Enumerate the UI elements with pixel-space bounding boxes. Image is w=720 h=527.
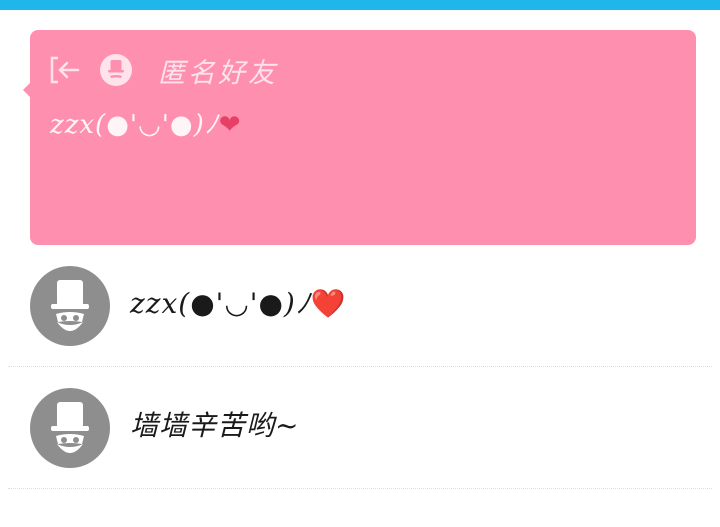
message-text: 墙墙辛苦哟~ <box>130 409 300 442</box>
heart-emoji: ❤ <box>218 110 242 140</box>
anonymous-mask-icon <box>51 280 89 331</box>
anonymous-mask-icon <box>100 54 132 86</box>
message-face: ●'◡'● <box>190 287 284 320</box>
divider <box>8 488 712 489</box>
anonymous-mask-icon <box>51 402 89 453</box>
card-message: zzx(●'◡'●)ﾉ❤ <box>50 104 242 141</box>
top-status-bar <box>0 0 720 10</box>
divider <box>8 366 712 367</box>
message-row[interactable]: zzx(●'◡'●)ﾉ❤️ <box>0 250 720 370</box>
message-face: ●'◡'● <box>106 110 194 140</box>
heart-emoji: ❤️ <box>310 287 347 320</box>
card-pointer <box>23 82 31 98</box>
message-suffix: )ﾉ <box>283 287 311 320</box>
avatar[interactable] <box>30 266 110 346</box>
message-prefix: zzx( <box>50 110 107 140</box>
message-row[interactable]: 墙墙辛苦哟~ <box>0 372 720 492</box>
avatar[interactable] <box>30 388 110 468</box>
anonymous-message-card[interactable]: 匿名好友 zzx(●'◡'●)ﾉ❤ <box>23 30 696 245</box>
message-text: zzx(●'◡'●)ﾉ❤️ <box>130 282 347 322</box>
card-header: 匿名好友 <box>48 52 278 89</box>
message-prefix: zzx( <box>130 287 191 320</box>
card-title: 匿名好友 <box>158 57 278 89</box>
message-suffix: )ﾉ <box>193 110 219 140</box>
exit-icon[interactable] <box>48 53 82 87</box>
